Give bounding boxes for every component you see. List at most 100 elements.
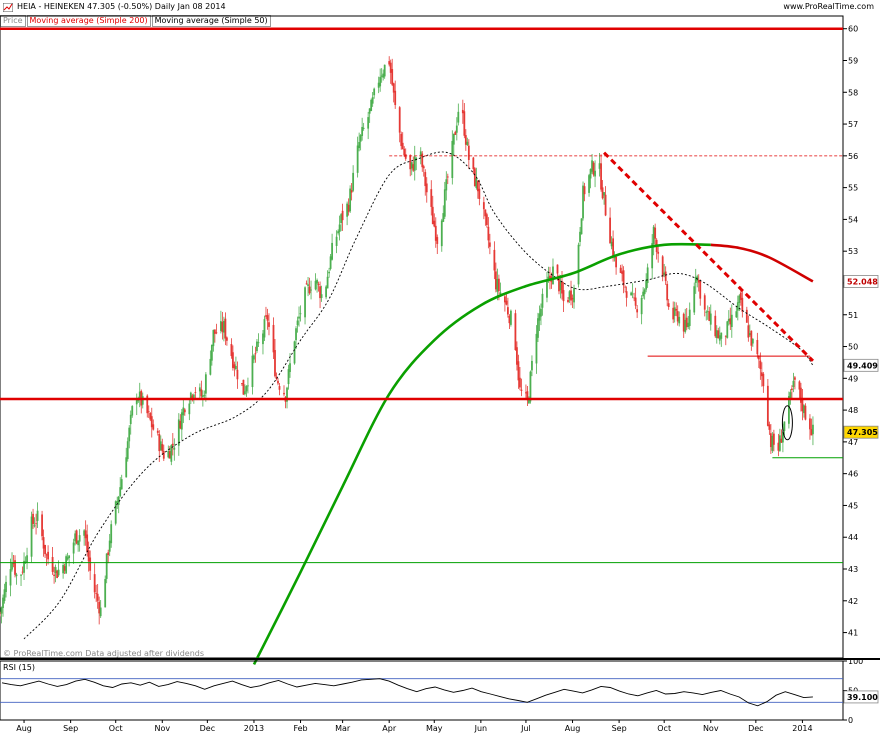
candle-body <box>688 309 691 326</box>
candle-body <box>356 145 359 173</box>
candle-body <box>398 107 401 133</box>
candle-body <box>131 406 134 416</box>
candle-body <box>272 324 275 353</box>
candle-body <box>594 170 596 177</box>
y-tick-label: 51 <box>848 311 858 320</box>
x-tick-label: Aug <box>565 724 581 733</box>
x-tick-label: Aug <box>16 724 32 733</box>
candle-body <box>394 90 397 106</box>
y-tick-label: 57 <box>848 120 858 129</box>
y-tick-label: 53 <box>848 247 858 256</box>
price-badge-label: 49.409 <box>847 361 878 370</box>
candle-body <box>105 553 108 579</box>
candle-body <box>487 226 490 241</box>
candle-body <box>667 303 670 307</box>
candle-body <box>235 365 237 370</box>
candle-body <box>488 242 491 247</box>
candle-body <box>137 400 140 402</box>
candle-body <box>577 244 580 285</box>
candle-body <box>643 289 646 295</box>
candle-body <box>457 111 460 123</box>
x-tick-label: Nov <box>703 724 719 733</box>
candle-body <box>215 332 218 334</box>
candle-body <box>612 238 614 257</box>
candle-body <box>244 391 246 395</box>
candle-body <box>430 189 433 207</box>
x-tick-label: Sep <box>612 724 627 733</box>
main-plot-area <box>0 15 844 665</box>
candle-body <box>358 141 361 149</box>
y-tick-label: 44 <box>848 533 858 542</box>
y-tick-label: 41 <box>848 629 858 638</box>
candle-body <box>126 441 129 460</box>
candle-body <box>129 414 132 425</box>
candle-body <box>338 224 341 232</box>
candle-body <box>482 202 485 210</box>
candle-body <box>331 242 333 260</box>
candle-body <box>631 293 634 295</box>
y-tick-label: 58 <box>848 88 858 97</box>
x-tick-label: Jun <box>474 724 488 733</box>
candle-body <box>36 510 39 521</box>
candle-body <box>478 188 481 200</box>
candle-body <box>203 395 206 396</box>
candle-body <box>529 371 532 402</box>
rsi-line <box>1 678 813 707</box>
candle-body <box>317 283 320 285</box>
candle-body <box>9 569 12 586</box>
candle-body <box>794 377 796 380</box>
candle-body <box>107 552 110 555</box>
candle-body <box>505 300 508 305</box>
candle-body <box>792 380 795 387</box>
candle-body <box>497 278 500 292</box>
candle-body <box>455 125 458 133</box>
y-tick-label: 43 <box>848 565 858 574</box>
price-chart[interactable]: 4142434445464748495051525354555657585960… <box>0 0 880 733</box>
candle-body <box>341 210 344 221</box>
candle-body <box>96 593 99 601</box>
candle-body <box>183 409 186 413</box>
candle-body <box>664 271 667 281</box>
candle-body <box>278 386 281 390</box>
candle-body <box>298 316 300 319</box>
candle-body <box>573 287 575 303</box>
candle-body <box>20 574 22 576</box>
candle-body <box>535 333 538 364</box>
candle-body <box>147 411 150 413</box>
candle-body <box>379 77 382 87</box>
x-tick-label: 2014 <box>792 724 812 733</box>
candle-body <box>204 374 207 394</box>
x-tick-label: 2013 <box>244 724 264 733</box>
candle-body <box>440 220 443 247</box>
candle-body <box>556 264 559 274</box>
candle-body <box>173 447 176 450</box>
candle-body <box>812 424 814 435</box>
candle-body <box>35 523 37 525</box>
candle-body <box>383 64 386 77</box>
candle-body <box>703 295 706 310</box>
candle-body <box>531 360 533 371</box>
candle-body <box>510 310 512 325</box>
x-tick-label: Oct <box>657 724 671 733</box>
candle-body <box>99 607 102 617</box>
candle-body <box>433 220 436 227</box>
x-tick-label: May <box>426 724 443 733</box>
candle-body <box>268 322 270 327</box>
candle-body <box>615 256 617 268</box>
candle-body <box>253 355 255 360</box>
rsi-tick-label: 100 <box>848 657 863 666</box>
candle-body <box>293 341 296 364</box>
candle-body <box>624 286 627 288</box>
candle-body <box>401 142 404 150</box>
candle-body <box>371 97 374 104</box>
candle-body <box>373 88 376 96</box>
candle-body <box>726 321 729 338</box>
candle-body <box>120 479 123 490</box>
candle-body <box>804 405 807 420</box>
candle-body <box>51 557 54 572</box>
candle-body <box>778 435 781 451</box>
candle-body <box>463 111 466 136</box>
candle-body <box>625 291 628 298</box>
candle-body <box>600 163 602 190</box>
y-tick-label: 56 <box>848 152 858 161</box>
